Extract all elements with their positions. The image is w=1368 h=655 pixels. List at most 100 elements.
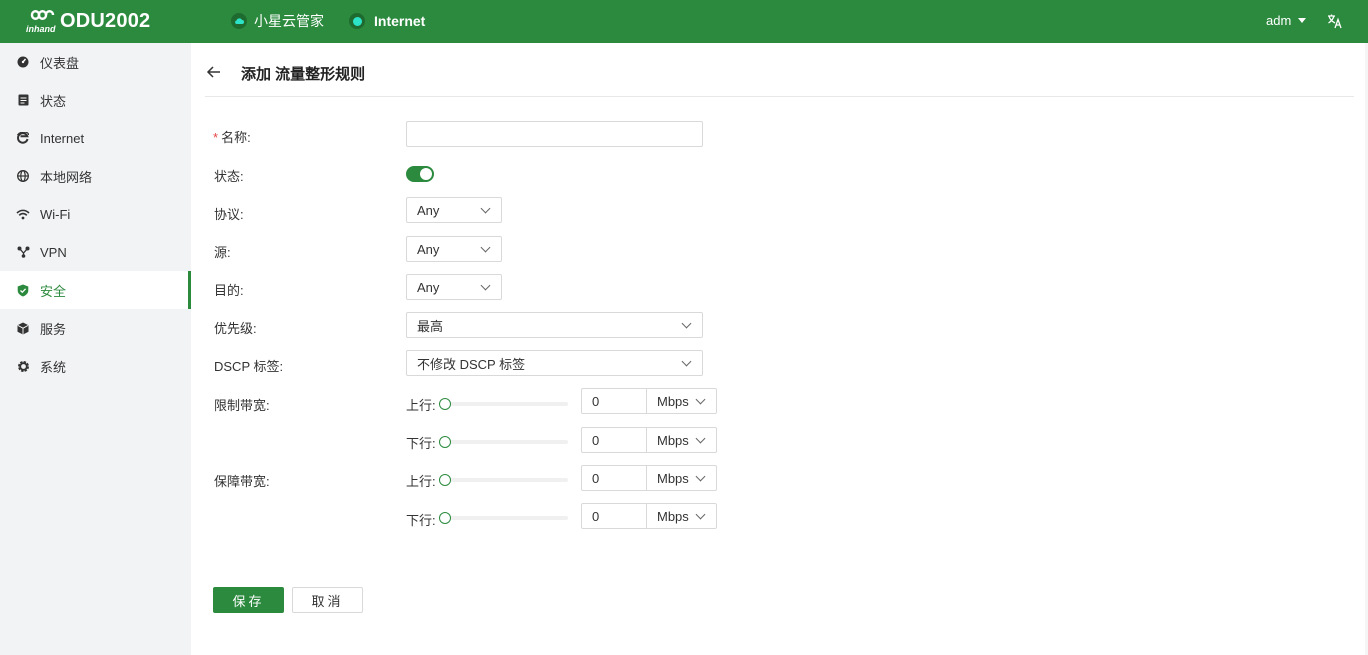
unit-value: Mbps	[657, 432, 689, 448]
guarantee-up-unit-select[interactable]: Mbps	[646, 465, 717, 491]
globe-icon	[16, 169, 30, 183]
limit-down-input[interactable]: 0	[581, 427, 647, 453]
limit-down-slider[interactable]	[439, 436, 568, 448]
save-button[interactable]: 保存	[213, 587, 284, 613]
chevron-down-icon	[480, 203, 491, 213]
cloud-manager-label: 小星云管家	[254, 13, 324, 29]
language-icon[interactable]	[1327, 13, 1343, 29]
sidebar-item-dashboard[interactable]: 仪表盘	[0, 43, 191, 81]
name-label: * 名称:	[213, 127, 251, 146]
toggle-knob	[420, 168, 432, 180]
limit-up-slider[interactable]	[439, 398, 568, 410]
limit-up-input[interactable]: 0	[581, 388, 647, 414]
sidebar: 仪表盘 状态 Internet 本地网络 Wi-Fi VPN 安全 服务 系统	[0, 43, 191, 655]
dscp-value: 不修改 DSCP 标签	[417, 356, 526, 372]
sidebar-item-label: 安全	[40, 283, 67, 299]
guarantee-down-unit-select[interactable]: Mbps	[646, 503, 717, 529]
username: adm	[1266, 13, 1292, 28]
status-label: 状态:	[214, 169, 244, 184]
sidebar-item-services[interactable]: 服务	[0, 309, 191, 347]
slider-thumb[interactable]	[439, 398, 451, 410]
guarantee-down-input[interactable]: 0	[581, 503, 647, 529]
name-label-text: 名称:	[221, 130, 251, 145]
chevron-down-icon	[695, 433, 706, 443]
slider-thumb[interactable]	[439, 512, 451, 524]
limit-down-label: 下行:	[406, 436, 436, 451]
dscp-label: DSCP 标签:	[214, 359, 284, 374]
sidebar-item-label: Wi-Fi	[40, 206, 71, 222]
guarantee-up-label: 上行:	[406, 474, 436, 489]
dashboard-icon	[16, 55, 30, 69]
priority-label: 优先级:	[214, 321, 257, 336]
sidebar-item-label: VPN	[40, 244, 67, 260]
name-input[interactable]	[406, 121, 703, 147]
limit-down-unit-select[interactable]: Mbps	[646, 427, 717, 453]
sidebar-item-security[interactable]: 安全	[0, 271, 191, 309]
guarantee-up-input[interactable]: 0	[581, 465, 647, 491]
slider-thumb[interactable]	[439, 436, 451, 448]
sidebar-item-label: 系统	[40, 359, 67, 375]
slider-thumb[interactable]	[439, 474, 451, 486]
limit-up-unit-select[interactable]: Mbps	[646, 388, 717, 414]
status-toggle[interactable]	[406, 166, 434, 182]
back-arrow-icon[interactable]	[206, 64, 222, 80]
sidebar-item-label: 状态	[40, 93, 67, 109]
destination-select[interactable]: Any	[406, 274, 502, 300]
limit-up-label: 上行:	[406, 398, 436, 413]
chevron-down-icon	[681, 318, 692, 328]
internet-status-dot-icon	[349, 13, 365, 29]
vpn-icon	[16, 245, 30, 259]
protocol-label: 协议:	[214, 207, 244, 222]
cube-icon	[16, 321, 30, 335]
unit-value: Mbps	[657, 470, 689, 486]
guarantee-down-slider[interactable]	[439, 512, 568, 524]
destination-value: Any	[417, 279, 440, 295]
internet-status-label: Internet	[374, 13, 426, 29]
priority-select[interactable]: 最高	[406, 312, 703, 338]
title-divider	[205, 96, 1354, 97]
sidebar-item-status[interactable]: 状态	[0, 81, 191, 119]
sidebar-item-system[interactable]: 系统	[0, 347, 191, 385]
gear-icon	[16, 359, 30, 373]
source-select[interactable]: Any	[406, 236, 502, 262]
sidebar-item-label: 仪表盘	[40, 55, 80, 71]
sidebar-item-label: 本地网络	[40, 169, 93, 185]
source-value: Any	[417, 241, 440, 257]
chevron-down-icon	[480, 242, 491, 252]
logo-subtext: inhand	[26, 24, 56, 34]
brand-logo[interactable]: inhand ODU2002	[24, 7, 150, 35]
chevron-down-icon	[695, 394, 706, 404]
top-header: inhand ODU2002 小星云管家 Internet adm	[0, 0, 1368, 43]
internet-icon	[16, 131, 30, 145]
destination-label: 目的:	[214, 283, 244, 298]
cancel-button[interactable]: 取消	[292, 587, 363, 613]
wifi-icon	[16, 207, 30, 221]
unit-value: Mbps	[657, 393, 689, 409]
product-name: ODU2002	[60, 10, 151, 32]
sidebar-item-local-network[interactable]: 本地网络	[0, 157, 191, 195]
sidebar-item-internet[interactable]: Internet	[0, 119, 191, 157]
sidebar-item-label: 服务	[40, 321, 67, 337]
cloud-icon	[231, 13, 247, 29]
required-mark: *	[213, 130, 219, 145]
priority-value: 最高	[417, 318, 444, 334]
shield-icon	[16, 283, 30, 297]
page-title: 添加 流量整形规则	[241, 66, 366, 83]
user-menu[interactable]: adm	[1266, 13, 1307, 28]
guarantee-up-slider[interactable]	[439, 474, 568, 486]
sidebar-item-wifi[interactable]: Wi-Fi	[0, 195, 191, 233]
internet-status[interactable]: Internet	[349, 12, 425, 30]
guarantee-down-label: 下行:	[406, 513, 436, 528]
chevron-down-icon	[695, 509, 706, 519]
cloud-manager-link[interactable]: 小星云管家	[231, 12, 324, 30]
sidebar-item-label: Internet	[40, 130, 85, 146]
protocol-select[interactable]: Any	[406, 197, 502, 223]
limit-bandwidth-label: 限制带宽:	[214, 398, 270, 413]
sidebar-item-vpn[interactable]: VPN	[0, 233, 191, 271]
protocol-value: Any	[417, 202, 440, 218]
dscp-select[interactable]: 不修改 DSCP 标签	[406, 350, 703, 376]
status-icon	[16, 93, 30, 107]
guarantee-bandwidth-label: 保障带宽:	[214, 474, 270, 489]
source-label: 源:	[214, 245, 231, 260]
unit-value: Mbps	[657, 508, 689, 524]
